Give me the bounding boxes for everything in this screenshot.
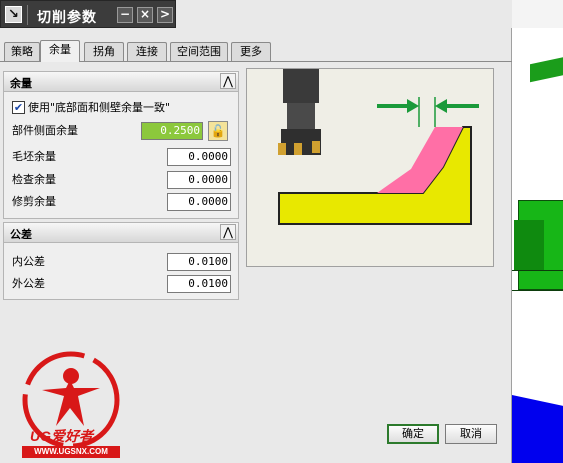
tolerance-group-title: 公差 (10, 228, 32, 241)
watermark-url: WWW.UGSNX.COM (22, 446, 120, 458)
tool-holder (283, 69, 319, 103)
check-stock-input[interactable]: 0.0000 (167, 171, 231, 189)
part-side-stock-label: 部件侧面余量 (12, 124, 78, 137)
viewport-solid-dark (514, 220, 544, 270)
window-title: 切削参数 (37, 10, 97, 26)
stock-illustration (246, 68, 494, 267)
tab-containment[interactable]: 空间范围 (170, 42, 228, 61)
intol-label: 内公差 (12, 255, 45, 268)
minimize-button[interactable]: − (117, 7, 133, 23)
trim-stock-input[interactable]: 0.0000 (167, 193, 231, 211)
graphics-viewport[interactable] (512, 0, 563, 463)
lock-icon[interactable]: 🔓 (208, 121, 228, 141)
trim-stock-label: 修剪余量 (12, 195, 56, 208)
tool-insert (312, 141, 320, 153)
viewport-solid-top (530, 55, 563, 83)
outtol-input[interactable]: 0.0100 (167, 275, 231, 293)
viewport-solid-blue (512, 395, 563, 463)
tab-strategy[interactable]: 策略 (4, 42, 40, 61)
use-floor-same-as-side-checkbox[interactable]: ✔ (12, 101, 25, 114)
expand-button[interactable]: > (157, 7, 173, 23)
tolerance-group: 公差 ⋀ 内公差 0.0100 外公差 0.0100 (3, 222, 239, 300)
stock-diagram (278, 69, 479, 225)
tool-insert (278, 143, 286, 155)
check-stock-label: 检查余量 (12, 173, 56, 186)
close-button[interactable]: × (137, 7, 153, 23)
title-separator (27, 5, 28, 25)
viewport-edge (512, 290, 563, 291)
title-bar[interactable]: ↘ 切削参数 − × > (0, 0, 176, 28)
ok-button[interactable]: 确定 (387, 424, 439, 444)
dimension-arrows (377, 97, 479, 127)
viewport-band (512, 0, 563, 28)
intol-input[interactable]: 0.0100 (167, 253, 231, 271)
use-floor-same-as-side-label: 使用"底部面和侧壁余量一致" (28, 101, 171, 114)
cutting-parameters-dialog: 策略 余量 拐角 连接 空间范围 更多 余量 ⋀ ✔ 使用"底部面和侧壁余量一致… (0, 28, 512, 463)
tab-connections[interactable]: 连接 (127, 42, 167, 61)
ug-watermark-logo: UG爱好者 WWW.UGSNX.COM (12, 348, 130, 463)
collapse-tolerance-button[interactable]: ⋀ (220, 224, 236, 240)
watermark-brand: UG爱好者 (30, 428, 93, 444)
tab-more[interactable]: 更多 (231, 42, 271, 61)
tool-insert (294, 143, 302, 155)
tab-stock[interactable]: 余量 (40, 40, 80, 62)
stock-group: 余量 ⋀ ✔ 使用"底部面和侧壁余量一致" 部件侧面余量 0.2500 🔓 毛坯… (3, 71, 239, 219)
tool-shank (287, 103, 315, 129)
tolerance-group-header[interactable]: 公差 ⋀ (4, 223, 238, 243)
stock-group-title: 余量 (10, 77, 32, 90)
outtol-label: 外公差 (12, 277, 45, 290)
tab-corners[interactable]: 拐角 (84, 42, 124, 61)
arrow-cursor-icon: ↘ (5, 6, 22, 23)
blank-stock-label: 毛坯余量 (12, 150, 56, 163)
viewport-edge (512, 270, 563, 271)
collapse-stock-button[interactable]: ⋀ (220, 73, 236, 89)
stock-group-header[interactable]: 余量 ⋀ (4, 72, 238, 92)
cancel-button[interactable]: 取消 (445, 424, 497, 444)
blank-stock-input[interactable]: 0.0000 (167, 148, 231, 166)
part-side-stock-input[interactable]: 0.2500 (141, 122, 203, 140)
